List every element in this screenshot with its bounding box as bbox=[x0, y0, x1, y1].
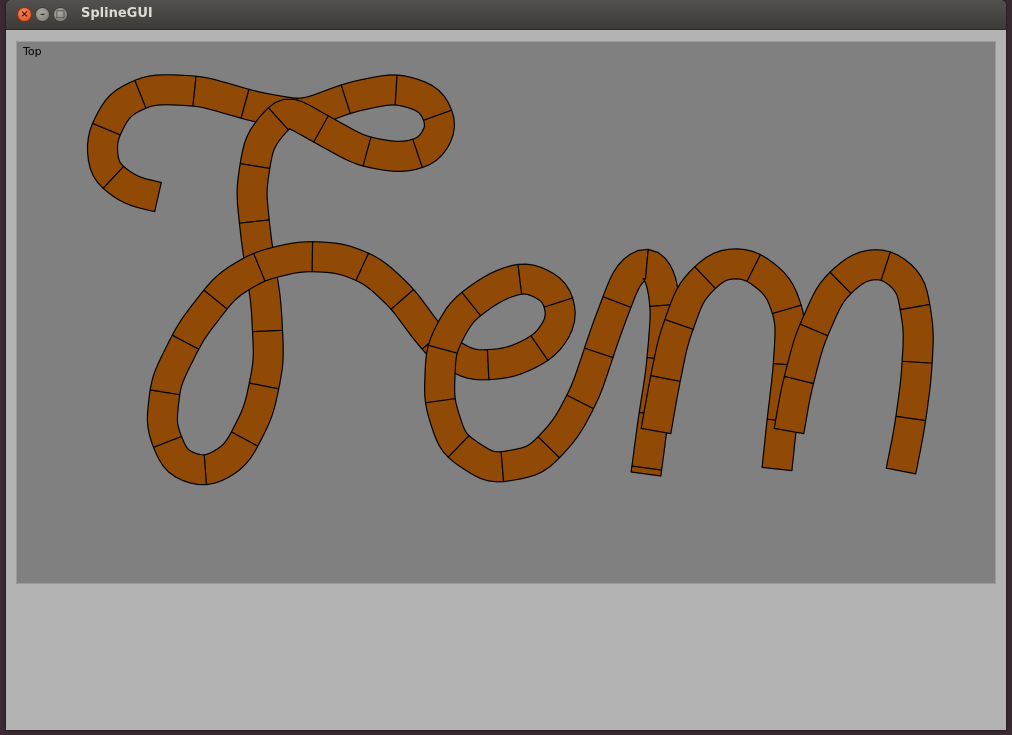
app-window: × – □ SplineGUI Top bbox=[6, 0, 1006, 730]
title-bar[interactable]: × – □ SplineGUI bbox=[6, 0, 1006, 30]
spline-segment[interactable] bbox=[583, 296, 632, 359]
spline-segment[interactable] bbox=[885, 415, 927, 475]
window-title: SplineGUI bbox=[81, 6, 153, 21]
spline-segment[interactable] bbox=[236, 162, 271, 224]
spline-segment[interactable] bbox=[192, 75, 250, 119]
spline-segment[interactable] bbox=[362, 136, 423, 172]
spline-segment[interactable] bbox=[248, 329, 284, 390]
maximize-window-button[interactable]: □ bbox=[53, 7, 68, 22]
spline-segment[interactable] bbox=[880, 251, 931, 311]
spline-segment[interactable] bbox=[517, 263, 574, 308]
spline-segment[interactable] bbox=[899, 303, 934, 364]
spline-segment[interactable] bbox=[340, 74, 398, 115]
spline-canvas[interactable] bbox=[17, 42, 995, 583]
spline-segment[interactable] bbox=[895, 360, 933, 422]
close-window-button[interactable]: × bbox=[17, 7, 32, 22]
spline-segment[interactable] bbox=[424, 344, 458, 404]
spline-segment[interactable] bbox=[602, 248, 649, 308]
spline-segment[interactable] bbox=[146, 389, 183, 448]
viewport-label: Top bbox=[23, 45, 42, 58]
minimize-window-button[interactable]: – bbox=[35, 7, 50, 22]
top-viewport[interactable]: Top bbox=[16, 41, 996, 584]
spline-segment[interactable] bbox=[134, 74, 197, 109]
